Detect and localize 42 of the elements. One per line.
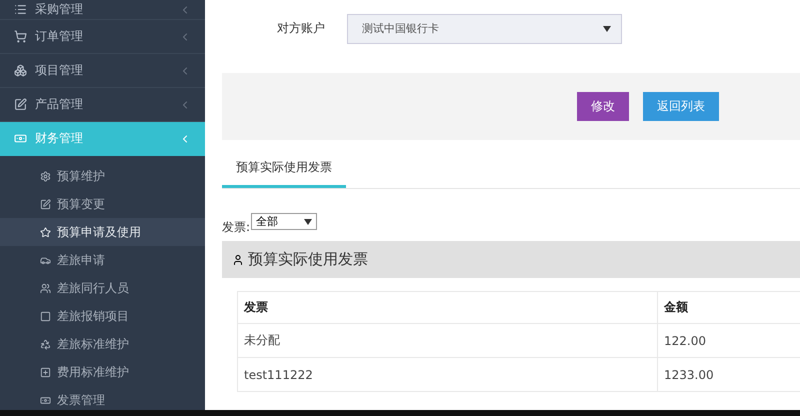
- column-header: 金额: [658, 292, 800, 324]
- menu-item[interactable]: 采购管理: [0, 0, 205, 20]
- column-header: 发票: [238, 292, 658, 324]
- user-icon: [232, 254, 244, 266]
- submenu-item[interactable]: 差旅同行人员: [0, 274, 205, 302]
- menu-icon: [40, 310, 51, 322]
- account-select[interactable]: 测试中国银行卡: [347, 14, 622, 44]
- menu-icon: [14, 98, 27, 111]
- tab[interactable]: 预算实际使用发票: [222, 159, 346, 188]
- submenu-item[interactable]: 预算维护: [0, 162, 205, 190]
- dropdown-arrow-icon: [603, 26, 611, 32]
- submenu-item[interactable]: 差旅标准维护: [0, 330, 205, 358]
- section-title: 预算实际使用发票: [248, 250, 368, 269]
- menu-icon: [14, 64, 27, 77]
- menu-icon: [14, 30, 27, 43]
- menu-icon: [40, 170, 51, 182]
- menu-icon: [40, 282, 51, 294]
- dropdown-arrow-icon: [304, 218, 312, 224]
- filter-label: 发票:: [222, 219, 250, 236]
- submenu-item[interactable]: 费用标准维护: [0, 358, 205, 386]
- menu-icon: [14, 3, 27, 16]
- menu-icon: [40, 338, 51, 350]
- invoice-select[interactable]: 全部: [251, 213, 318, 230]
- menu-icon: [40, 226, 51, 238]
- submenu-item[interactable]: 预算变更: [0, 190, 205, 218]
- menu-icon: [40, 198, 51, 210]
- table-cell: test111222: [238, 358, 658, 392]
- submenu-item[interactable]: 差旅报销项目: [0, 302, 205, 330]
- menu-icon: [40, 366, 51, 378]
- back-button[interactable]: 返回列表: [643, 92, 719, 121]
- menu-item[interactable]: 订单管理: [0, 20, 205, 54]
- table-cell: 122.00: [658, 324, 800, 358]
- menu-item[interactable]: 项目管理: [0, 54, 205, 88]
- table-cell: 未分配: [238, 324, 658, 358]
- submenu-item[interactable]: 发票管理: [0, 386, 205, 410]
- table-cell: 1233.00: [658, 358, 800, 392]
- menu-icon: [14, 132, 27, 145]
- submenu-item[interactable]: 预算申请及使用: [0, 218, 205, 246]
- field-label: 对方账户: [277, 20, 325, 37]
- submenu-item[interactable]: 差旅申请: [0, 246, 205, 274]
- edit-button[interactable]: 修改: [577, 92, 629, 121]
- menu-icon: [40, 394, 51, 406]
